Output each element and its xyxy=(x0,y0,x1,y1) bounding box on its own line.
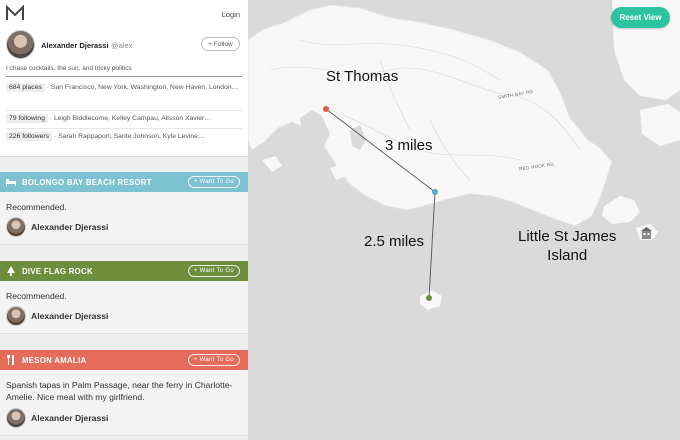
map-label-3-miles: 3 miles xyxy=(385,137,433,154)
card-title: BOLONGO BAY BEACH RESORT xyxy=(22,177,152,187)
m-logo-icon[interactable] xyxy=(6,5,24,21)
card-description: Spanish tapas in Palm Passage, near the … xyxy=(6,380,233,402)
places-count: 684 places xyxy=(6,83,45,92)
want-to-go-button[interactable]: + Want To Go xyxy=(187,176,240,188)
divider xyxy=(6,110,242,111)
avatar[interactable] xyxy=(6,306,26,326)
card-body: Recommended. Alexander Djerassi xyxy=(0,192,248,245)
followers-count: 226 followers xyxy=(6,132,53,141)
tree-icon xyxy=(6,266,16,276)
following-count: 79 following xyxy=(6,114,48,123)
profile-handle: @alex xyxy=(111,41,133,50)
recommender-name[interactable]: Alexander Djerassi xyxy=(31,311,108,321)
fork-knife-icon xyxy=(6,355,16,365)
following-list: · Leigh Biddlecome, Kelley Campau, Aliss… xyxy=(49,115,212,122)
profile-bio: I chase cocktails, the sun, and tricky p… xyxy=(6,65,132,72)
avatar[interactable] xyxy=(6,217,26,237)
map-label-2-5-miles: 2.5 miles xyxy=(364,233,425,250)
card-header-meson-amalia[interactable]: MESON AMALIA + Want To Go xyxy=(0,350,248,370)
avatar[interactable] xyxy=(6,408,26,428)
recommender-name[interactable]: Alexander Djerassi xyxy=(31,222,108,232)
divider xyxy=(6,76,242,77)
places-stat[interactable]: 684 places · San Francisco, New York, Wa… xyxy=(6,82,240,94)
profile-panel: Login Alexander Djerassi @alex + Follow … xyxy=(0,0,248,157)
want-to-go-button[interactable]: + Want To Go xyxy=(187,354,240,366)
sidebar: Login Alexander Djerassi @alex + Follow … xyxy=(0,0,248,440)
map-label-st-thomas: St Thomas xyxy=(326,68,399,85)
map-label-little-st-james: Little St James Island xyxy=(518,228,617,264)
card-title: MESON AMALIA xyxy=(22,355,87,365)
recommender-name[interactable]: Alexander Djerassi xyxy=(31,413,108,423)
card-description: Recommended. xyxy=(6,291,67,301)
profile-name[interactable]: Alexander Djerassi xyxy=(41,41,109,50)
card-title: DIVE FLAG ROCK xyxy=(22,266,93,276)
bolongo-bay-marker[interactable] xyxy=(432,189,438,195)
card-description: Recommended. xyxy=(6,202,67,212)
card-header-bolongo-bay[interactable]: BOLONGO BAY BEACH RESORT + Want To Go xyxy=(0,172,248,192)
followers-stat[interactable]: 226 followers · Sarah Rappaport, Sante J… xyxy=(6,131,240,143)
followers-list: · Sarah Rappaport, Sante Johnson, Kyle L… xyxy=(53,133,205,140)
card-header-dive-flag-rock[interactable]: DIVE FLAG ROCK + Want To Go xyxy=(0,261,248,281)
card-body: Recommended. Alexander Djerassi xyxy=(0,281,248,334)
divider xyxy=(6,128,242,129)
follow-button[interactable]: + Follow xyxy=(201,37,240,51)
want-to-go-button[interactable]: + Want To Go xyxy=(187,265,240,277)
places-list: · San Francisco, New York, Washington, N… xyxy=(46,84,239,91)
dive-flag-rock-marker[interactable] xyxy=(426,295,432,301)
avatar[interactable] xyxy=(6,30,35,59)
card-body: Spanish tapas in Palm Passage, near the … xyxy=(0,370,248,436)
following-stat[interactable]: 79 following · Leigh Biddlecome, Kelley … xyxy=(6,113,240,125)
login-link[interactable]: Login xyxy=(222,10,240,19)
bed-icon xyxy=(6,177,16,187)
reset-view-button[interactable]: Reset View xyxy=(611,7,670,28)
meson-amalia-marker[interactable] xyxy=(323,106,329,112)
